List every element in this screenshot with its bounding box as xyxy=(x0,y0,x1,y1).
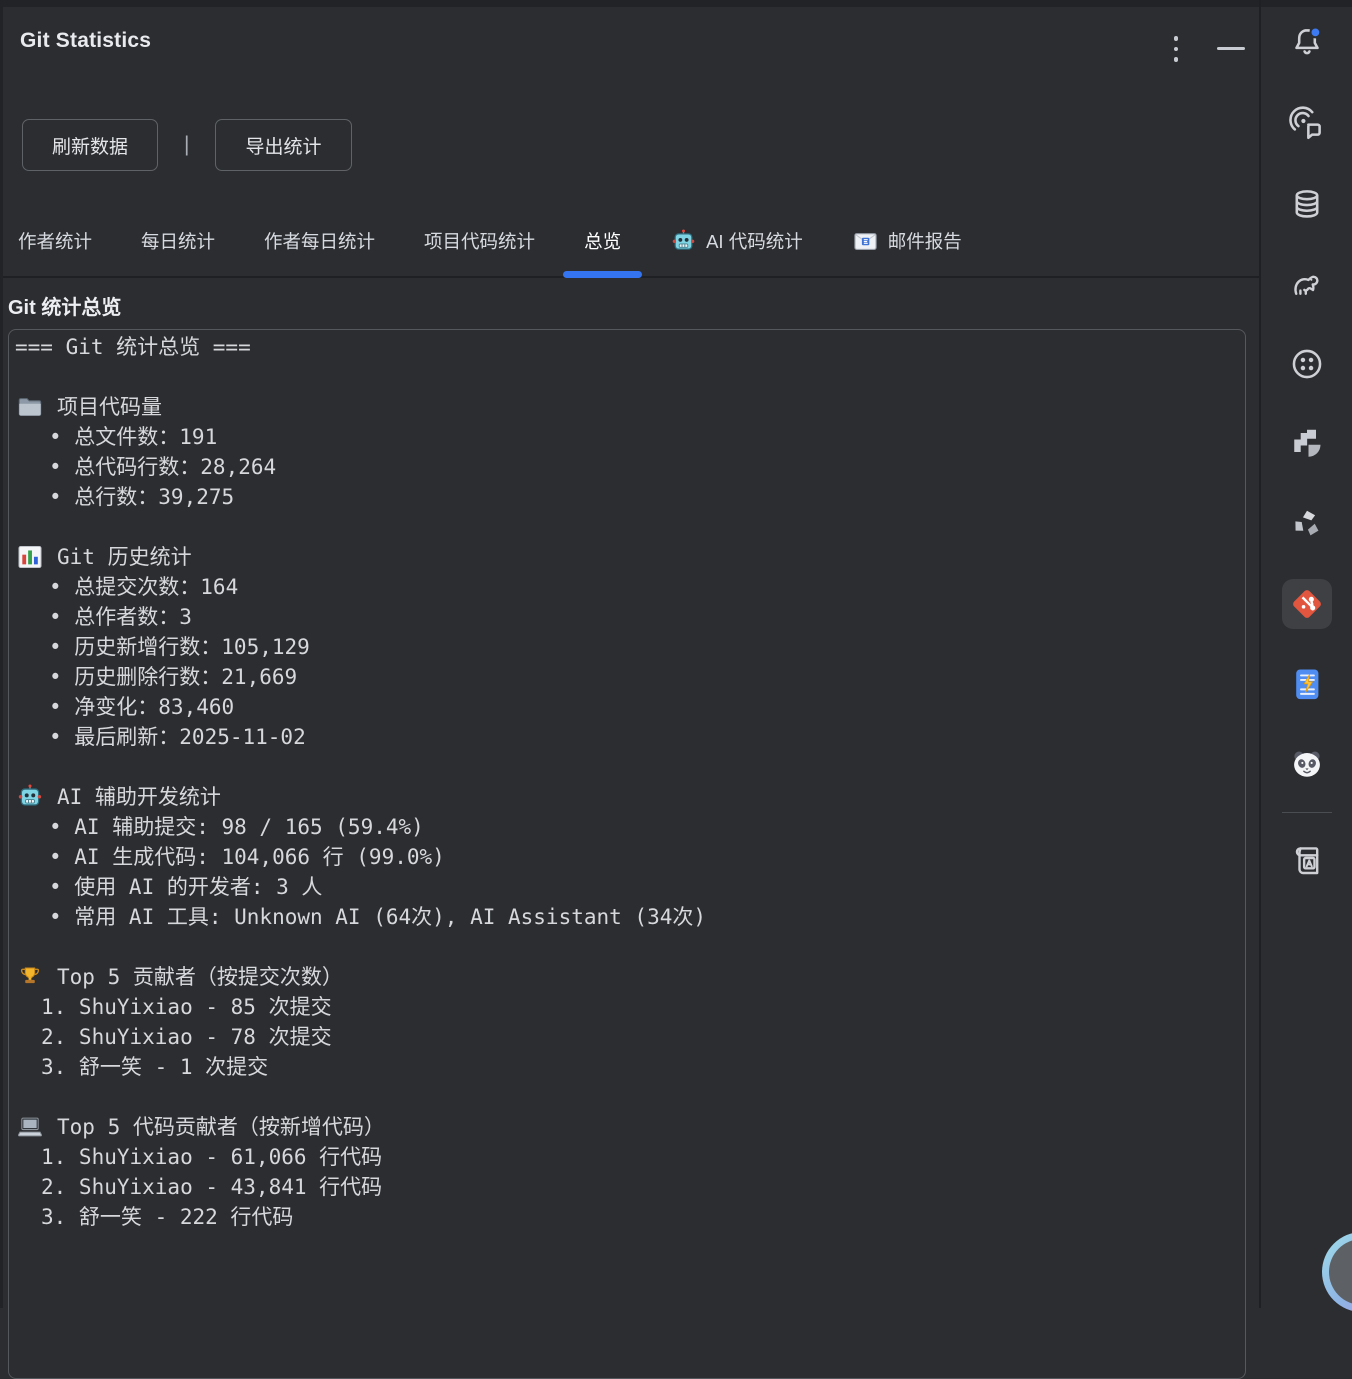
report-line: • AI 生成代码: 104,066 行 (99.0%) xyxy=(15,842,1239,872)
sidebar-item-plugin-blocks[interactable] xyxy=(1261,404,1352,484)
sidebar-item-panda-coder[interactable] xyxy=(1261,724,1352,804)
robot-icon xyxy=(16,783,44,811)
four-dots-icon xyxy=(1289,346,1325,382)
active-tab-indicator xyxy=(563,271,642,278)
sidebar-item-gradle[interactable] xyxy=(1261,244,1352,324)
blocks-icon xyxy=(1289,426,1325,462)
elephant-icon xyxy=(1289,266,1325,302)
folder-icon xyxy=(16,393,44,421)
flashcard-icon xyxy=(1289,666,1325,702)
report-line: • 最后刷新：2025-11-02 xyxy=(15,722,1239,752)
bell-icon xyxy=(1289,24,1325,60)
report-line: • AI 辅助提交: 98 / 165 (59.4%) xyxy=(15,812,1239,842)
tab-4[interactable]: 项目代码统计 xyxy=(424,206,535,276)
report-line: • 总提交次数：164 xyxy=(15,572,1239,602)
report-line: 2. ShuYixiao - 78 次提交 xyxy=(15,1022,1239,1052)
report-section: Top 5 代码贡献者（按新增代码）1. ShuYixiao - 61,066 … xyxy=(15,1112,1239,1232)
tab-7[interactable]: 邮件报告 xyxy=(852,206,962,276)
tab-6[interactable]: AI 代码统计 xyxy=(670,206,803,276)
toolbar-separator: | xyxy=(184,133,189,157)
overview-heading: Git 统计总览 xyxy=(8,291,121,320)
bar-chart-icon xyxy=(16,543,44,571)
report-line: • 使用 AI 的开发者: 3 人 xyxy=(15,872,1239,902)
report-line: • 总作者数：3 xyxy=(15,602,1239,632)
sidebar-item-services[interactable] xyxy=(1261,324,1352,404)
report-section: AI 辅助开发统计• AI 辅助提交: 98 / 165 (59.4%)• AI… xyxy=(15,782,1239,932)
tab-bar: 作者统计 每日统计 作者每日统计 项目代码统计 总览 AI 代码统计 邮件报告 xyxy=(3,206,1259,278)
git-icon xyxy=(1289,586,1325,622)
report-section: 项目代码量• 总文件数：191• 总代码行数：28,264• 总行数：39,27… xyxy=(15,392,1239,512)
section-title: Git 历史统计 xyxy=(15,542,1239,572)
section-title: AI 辅助开发统计 xyxy=(15,782,1239,812)
report-line: • 总代码行数：28,264 xyxy=(15,452,1239,482)
report-line: 3. 舒一笑 - 1 次提交 xyxy=(15,1052,1239,1082)
tab-label: 作者每日统计 xyxy=(264,228,375,254)
broadcast-chat-icon xyxy=(1289,106,1325,142)
sidebar-item-dictionary[interactable] xyxy=(1261,821,1352,901)
tab-1[interactable]: 作者统计 xyxy=(18,206,92,276)
refresh-data-button[interactable]: 刷新数据 xyxy=(22,119,158,171)
tab-3[interactable]: 作者每日统计 xyxy=(264,206,375,276)
report-line: • 总文件数：191 xyxy=(15,422,1239,452)
kebab-menu-icon[interactable] xyxy=(1163,25,1189,73)
overview-report[interactable]: === Git 统计总览 === 项目代码量• 总文件数：191• 总代码行数：… xyxy=(8,329,1246,1379)
window-title: Git Statistics xyxy=(20,29,151,53)
robot-icon xyxy=(670,228,697,255)
report-line: 2. ShuYixiao - 43,841 行代码 xyxy=(15,1172,1239,1202)
panda-icon xyxy=(1289,746,1325,782)
ai-assistant-ball-core xyxy=(1329,1239,1352,1305)
minimize-icon[interactable] xyxy=(1211,35,1251,61)
report-section: Git 历史统计• 总提交次数：164• 总作者数：3• 历史新增行数：105,… xyxy=(15,542,1239,752)
sidebar-item-ai-chat[interactable] xyxy=(1261,84,1352,164)
sidebar-item-notifications[interactable] xyxy=(1261,0,1352,84)
section-title: Top 5 代码贡献者（按新增代码） xyxy=(15,1112,1239,1142)
email-icon xyxy=(852,228,879,255)
sidebar xyxy=(1261,0,1352,1308)
tab-label: AI 代码统计 xyxy=(706,228,803,254)
tab-label: 总览 xyxy=(584,228,621,254)
sidebar-item-database[interactable] xyxy=(1261,164,1352,244)
report-sections: 项目代码量• 总文件数：191• 总代码行数：28,264• 总行数：39,27… xyxy=(15,392,1239,1232)
tab-5[interactable]: 总览 xyxy=(584,206,621,276)
report-line: • 常用 AI 工具: Unknown AI (64次), AI Assista… xyxy=(15,902,1239,932)
git-statistics-tool-window: Git Statistics 刷新数据 | 导出统计 作者统计 每日统计 作者每日统… xyxy=(3,7,1259,1308)
report-line: 1. ShuYixiao - 85 次提交 xyxy=(15,992,1239,1022)
sidebar-divider xyxy=(1282,812,1332,813)
sidebar-item-git-statistics[interactable] xyxy=(1261,564,1352,644)
window-top-edge xyxy=(0,0,1352,7)
book-a-icon xyxy=(1289,843,1325,879)
trophy-icon xyxy=(16,963,44,991)
database-icon xyxy=(1289,186,1325,222)
pinwheel-icon xyxy=(1289,506,1325,542)
report-line: 3. 舒一笑 - 222 行代码 xyxy=(15,1202,1239,1232)
report-line: • 总行数：39,275 xyxy=(15,482,1239,512)
report-line: • 历史新增行数：105,129 xyxy=(15,632,1239,662)
sidebar-item-flash-notes[interactable] xyxy=(1261,644,1352,724)
section-title: 项目代码量 xyxy=(15,392,1239,422)
report-section: Top 5 贡献者（按提交次数）1. ShuYixiao - 85 次提交2. … xyxy=(15,962,1239,1082)
tab-label: 邮件报告 xyxy=(888,228,962,254)
laptop-icon xyxy=(16,1113,44,1141)
toolbar: 刷新数据 | 导出统计 xyxy=(22,119,352,171)
export-stats-button[interactable]: 导出统计 xyxy=(215,119,351,171)
sidebar-item-pinwheel-tool[interactable] xyxy=(1261,484,1352,564)
report-line: 1. ShuYixiao - 61,066 行代码 xyxy=(15,1142,1239,1172)
tab-label: 每日统计 xyxy=(141,228,215,254)
report-line: • 净变化：83,460 xyxy=(15,692,1239,722)
section-title: Top 5 贡献者（按提交次数） xyxy=(15,962,1239,992)
tab-label: 作者统计 xyxy=(18,228,92,254)
tab-label: 项目代码统计 xyxy=(424,228,535,254)
tab-2[interactable]: 每日统计 xyxy=(141,206,215,276)
report-line: • 历史删除行数：21,669 xyxy=(15,662,1239,692)
report-title: === Git 统计总览 === xyxy=(15,332,1239,362)
